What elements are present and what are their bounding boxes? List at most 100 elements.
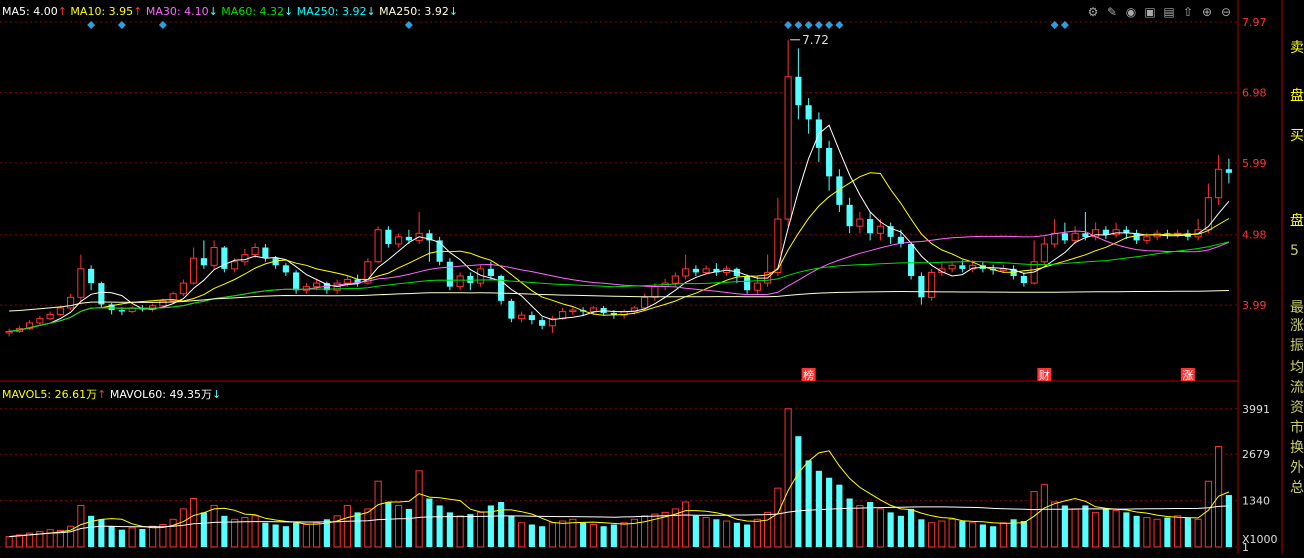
volume-bar-down[interactable] xyxy=(836,484,843,547)
candle-body-down[interactable] xyxy=(200,258,207,266)
volume-bar-down[interactable] xyxy=(887,512,894,547)
volume-bar-down[interactable] xyxy=(1133,515,1140,547)
candle-body-down[interactable] xyxy=(826,147,833,177)
volume-bar-up[interactable] xyxy=(548,522,556,548)
candle-body-up[interactable] xyxy=(36,318,44,324)
candle-body-up[interactable] xyxy=(231,261,239,270)
volume-bar-up[interactable] xyxy=(179,508,187,548)
volume-bar-down[interactable] xyxy=(846,498,853,547)
candle-body-up[interactable] xyxy=(753,282,761,291)
volume-bar-up[interactable] xyxy=(1153,518,1161,548)
volume-bar-up[interactable] xyxy=(1143,517,1151,548)
candle-body-up[interactable] xyxy=(876,225,884,234)
volume-bar-down[interactable] xyxy=(580,522,587,547)
volume-bar-up[interactable] xyxy=(128,527,136,548)
volume-bar-down[interactable] xyxy=(744,524,751,547)
volume-bar-down[interactable] xyxy=(600,526,607,547)
volume-bar-up[interactable] xyxy=(231,518,239,548)
volume-bar-down[interactable] xyxy=(990,526,997,547)
candle-body-down[interactable] xyxy=(118,310,125,312)
volume-bar-down[interactable] xyxy=(139,528,146,547)
volume-bar-up[interactable] xyxy=(149,525,157,548)
candle-body-up[interactable] xyxy=(856,218,864,227)
candle-body-up[interactable] xyxy=(159,300,167,307)
candle-body-up[interactable] xyxy=(1071,232,1079,241)
candle-body-up[interactable] xyxy=(251,247,259,256)
volume-bar-down[interactable] xyxy=(467,514,474,547)
candle-body-up[interactable] xyxy=(179,282,187,295)
candle-body-up[interactable] xyxy=(948,264,956,270)
candle-body-up[interactable] xyxy=(1143,236,1151,241)
volume-bar-down[interactable] xyxy=(200,512,207,547)
candle-body-up[interactable] xyxy=(210,247,218,266)
volume-bar-up[interactable] xyxy=(343,504,351,548)
candle-body-down[interactable] xyxy=(405,236,412,241)
candle-body-down[interactable] xyxy=(98,283,105,305)
volume-bar-up[interactable] xyxy=(969,522,977,548)
gift-icon[interactable]: ▣ xyxy=(1144,5,1155,19)
volume-bar-down[interactable] xyxy=(405,508,412,547)
volume-bar-up[interactable] xyxy=(999,522,1007,548)
candle-body-up[interactable] xyxy=(1204,197,1212,231)
volume-bar-up[interactable] xyxy=(702,517,710,548)
candle-body-down[interactable] xyxy=(528,315,535,321)
volume-bar-up[interactable] xyxy=(784,408,792,548)
candle-body-down[interactable] xyxy=(1102,229,1109,235)
event-marker-label[interactable]: 财 xyxy=(1039,368,1050,382)
upload-icon[interactable]: ⇧ xyxy=(1183,5,1193,19)
stock-kline-chart[interactable]: 7.97 6.98 5.99 4.98 3.99 3991 2679 1340 1 榜财涨 7… xyxy=(0,0,1304,554)
candle-body-down[interactable] xyxy=(282,265,289,273)
volume-bar-up[interactable] xyxy=(302,523,310,548)
volume-bar-down[interactable] xyxy=(508,515,515,547)
volume-bar-down[interactable] xyxy=(262,522,269,547)
volume-bar-up[interactable] xyxy=(1030,491,1038,548)
volume-bar-up[interactable] xyxy=(251,515,259,548)
volume-bar-down[interactable] xyxy=(918,519,925,547)
candle-body-up[interactable] xyxy=(374,229,382,263)
volume-bar-up[interactable] xyxy=(559,520,567,548)
volume-bar-up[interactable] xyxy=(569,518,577,548)
volume-bar-down[interactable] xyxy=(272,524,279,547)
volume-bar-up[interactable] xyxy=(415,470,423,548)
volume-bar-up[interactable] xyxy=(1040,484,1048,548)
volume-bar-up[interactable] xyxy=(15,534,23,548)
candle-body-down[interactable] xyxy=(539,320,546,326)
candle-body-down[interactable] xyxy=(959,265,966,269)
volume-bar-down[interactable] xyxy=(88,515,95,547)
candle-body-down[interactable] xyxy=(487,268,494,276)
volume-bar-down[interactable] xyxy=(293,522,300,547)
volume-bar-down[interactable] xyxy=(221,515,228,547)
volume-bar-down[interactable] xyxy=(1102,508,1109,547)
volume-bar-up[interactable] xyxy=(774,487,782,548)
candle-body-down[interactable] xyxy=(293,272,300,291)
volume-bar-up[interactable] xyxy=(5,536,13,548)
candle-body-up[interactable] xyxy=(589,307,597,313)
volume-bar-up[interactable] xyxy=(395,504,403,548)
chart-svg[interactable]: 7.976.985.994.983.99 3991267913401 榜财涨 7… xyxy=(0,0,1304,554)
volume-bar-down[interactable] xyxy=(826,477,833,547)
candle-body-up[interactable] xyxy=(1051,232,1059,245)
volume-bar-up[interactable] xyxy=(190,498,198,548)
candle-body-up[interactable] xyxy=(56,307,64,315)
volume-bar-down[interactable] xyxy=(815,470,822,547)
zoom-out-icon[interactable]: ⊖ xyxy=(1221,5,1231,19)
volume-bar-up[interactable] xyxy=(374,480,382,548)
volume-bar-down[interactable] xyxy=(528,524,535,547)
candle-body-up[interactable] xyxy=(190,257,198,284)
candle-body-down[interactable] xyxy=(1061,233,1068,241)
candle-body-down[interactable] xyxy=(1225,169,1232,173)
volume-bar-up[interactable] xyxy=(938,520,946,548)
volume-bar-down[interactable] xyxy=(897,515,904,547)
volume-bar-down[interactable] xyxy=(1020,521,1027,547)
candle-body-down[interactable] xyxy=(446,261,453,287)
volume-bar-down[interactable] xyxy=(1164,517,1171,547)
volume-bar-up[interactable] xyxy=(1174,515,1182,548)
volume-bar-up[interactable] xyxy=(1204,480,1212,548)
volume-bar-up[interactable] xyxy=(641,515,649,548)
volume-bar-down[interactable] xyxy=(908,508,915,547)
event-marker-label[interactable]: 榜 xyxy=(803,368,814,382)
candle-body-up[interactable] xyxy=(1112,229,1120,236)
view-icon[interactable]: ◉ xyxy=(1126,5,1136,19)
candle-body-up[interactable] xyxy=(671,275,679,284)
lock-icon[interactable]: ▤ xyxy=(1163,5,1174,19)
